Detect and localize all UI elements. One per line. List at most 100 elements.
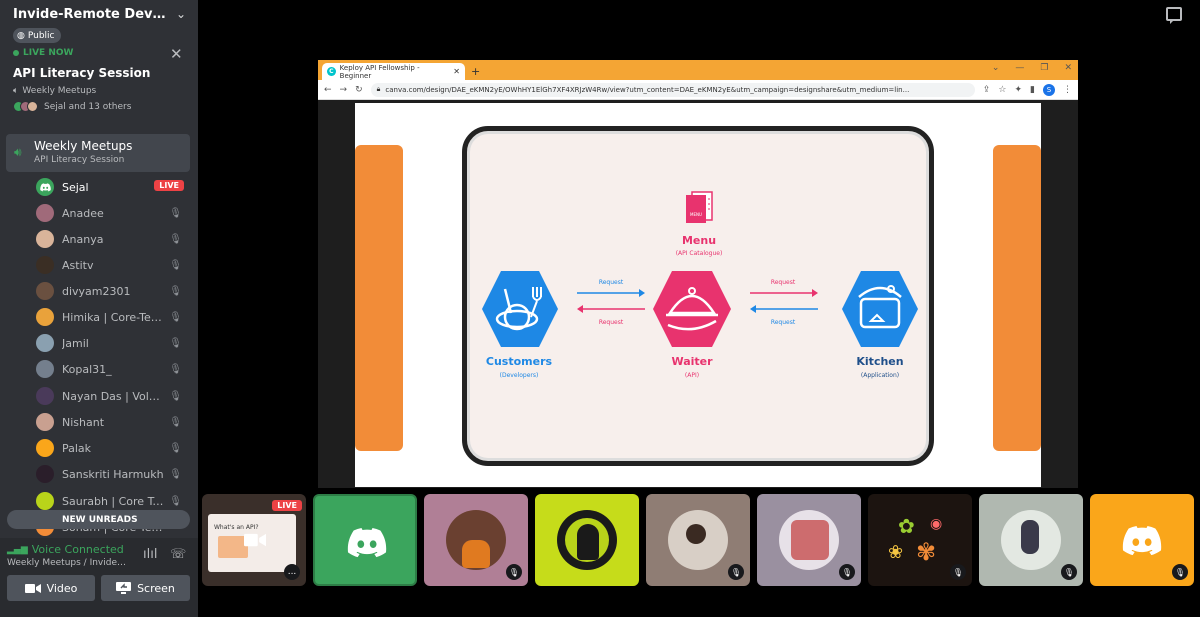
chat-icon[interactable]: [1166, 7, 1182, 24]
close-tab-icon[interactable]: ✕: [453, 67, 460, 76]
muted-mic-icon: 🎙︎: [1061, 564, 1077, 580]
globe-icon: ◍: [17, 30, 25, 41]
member-item[interactable]: Sanskriti Harmukh 🎙︎: [36, 464, 186, 484]
reload-icon[interactable]: ↻: [355, 85, 363, 95]
screen-label: Screen: [137, 581, 175, 595]
member-item[interactable]: Palak 🎙︎: [36, 438, 186, 458]
participant-tile[interactable]: [535, 494, 639, 586]
browser-tabbar: C Keploy API Fellowship - Beginner ✕ + ⌄…: [318, 60, 1078, 80]
restore-icon[interactable]: ❐: [1040, 63, 1048, 73]
avatar: [36, 360, 54, 378]
stage-channel: 🔈︎ Weekly Meetups: [13, 86, 96, 96]
more-icon[interactable]: ...: [284, 564, 300, 580]
member-item[interactable]: Himika | Core-Team 🎙︎: [36, 307, 186, 327]
muted-mic-icon: 🎙︎: [169, 495, 182, 507]
new-tab-icon[interactable]: +: [471, 65, 480, 78]
share-icon[interactable]: ⇪: [983, 85, 991, 95]
voice-status[interactable]: ▂▄▆ Voice Connected: [7, 543, 124, 556]
close-icon[interactable]: ✕: [170, 45, 183, 63]
member-name: Jamil: [62, 336, 89, 350]
public-badge: ◍ Public: [13, 28, 61, 43]
menu-badge: MENU: [690, 212, 702, 217]
avatar: [36, 413, 54, 431]
tablet-screen: MENU Menu (API Catalogue) Customers (Dev…: [476, 140, 920, 452]
avatar: [36, 439, 54, 457]
menu-subtitle: (API Catalogue): [675, 250, 723, 257]
member-item[interactable]: Sejal LIVE: [36, 177, 186, 197]
live-now-label: LIVE NOW: [23, 48, 74, 58]
menu-icon[interactable]: ⋮: [1063, 85, 1072, 95]
browser-toolbar: ← → ↻ 🔒︎ canva.com/design/DAE_eKMN2yE/OW…: [318, 80, 1078, 100]
avatar: [36, 334, 54, 352]
address-bar[interactable]: 🔒︎ canva.com/design/DAE_eKMN2yE/OWhHY1El…: [370, 82, 975, 97]
live-badge: LIVE: [272, 500, 302, 511]
new-unreads-button[interactable]: NEW UNREADS: [7, 510, 190, 529]
chevron-down-icon[interactable]: ⌄: [176, 7, 186, 21]
request-label: Request: [598, 279, 624, 286]
avatar: [36, 282, 54, 300]
participant-tile[interactable]: 🎙︎: [757, 494, 861, 586]
member-name: Palak: [62, 441, 92, 455]
member-item[interactable]: Anadee 🎙︎: [36, 203, 186, 223]
member-name: Ananya: [62, 232, 104, 246]
video-button[interactable]: Video: [7, 575, 95, 601]
canva-icon: C: [327, 67, 336, 76]
url-text: canva.com/design/DAE_eKMN2yE/OWhHY1ElGh7…: [385, 85, 910, 94]
member-item[interactable]: Jamil 🎙︎: [36, 333, 186, 353]
extensions-icon[interactable]: ✦: [1015, 85, 1023, 95]
star-icon[interactable]: ☆: [998, 85, 1006, 95]
muted-mic-icon: 🎙︎: [169, 442, 182, 454]
live-badge: LIVE: [154, 180, 184, 191]
attendee-avatars: [13, 101, 38, 112]
live-now-indicator: LIVE NOW: [13, 48, 73, 58]
member-item[interactable]: divyam2301 🎙︎: [36, 281, 186, 301]
muted-mic-icon: 🎙︎: [169, 233, 182, 245]
chevron-down-icon[interactable]: ⌄: [992, 63, 1000, 73]
avatar: [36, 178, 54, 196]
avatar-head: [686, 524, 706, 544]
avatar: [27, 101, 38, 112]
member-item[interactable]: Saurabh | Core Team 🎙︎: [36, 491, 186, 511]
participant-tile[interactable]: [313, 494, 417, 586]
member-name: divyam2301: [62, 284, 131, 298]
screen-share-thumbnail[interactable]: What's an API? LIVE ...: [202, 494, 306, 586]
noise-suppression-icon[interactable]: ılıl: [143, 547, 157, 562]
server-name[interactable]: Invide-Remote Develop...: [13, 7, 168, 22]
browser-tab[interactable]: C Keploy API Fellowship - Beginner ✕: [322, 63, 465, 80]
muted-mic-icon: 🎙︎: [169, 285, 182, 297]
member-name: Nayan Das | Volunt...: [62, 389, 164, 403]
customers-title: Customers: [485, 355, 553, 368]
voice-location[interactable]: Weekly Meetups / Invide-R...: [7, 558, 129, 568]
server-header[interactable]: Invide-Remote Develop... ⌄: [0, 0, 198, 28]
close-window-icon[interactable]: ✕: [1064, 63, 1072, 73]
stage-view: C Keploy API Fellowship - Beginner ✕ + ⌄…: [198, 0, 1200, 617]
member-item[interactable]: Ananya 🎙︎: [36, 229, 186, 249]
request-label: Request: [770, 319, 796, 326]
minimize-icon[interactable]: —: [1015, 63, 1024, 73]
avatar: [36, 465, 54, 483]
member-item[interactable]: Nishant 🎙︎: [36, 412, 186, 432]
shared-screen[interactable]: C Keploy API Fellowship - Beginner ✕ + ⌄…: [318, 60, 1078, 488]
screen-share-button[interactable]: Screen: [101, 575, 190, 601]
stage-title[interactable]: API Literacy Session: [13, 66, 150, 80]
participant-tile[interactable]: 🎙︎: [1090, 494, 1194, 586]
member-item[interactable]: Astitv 🎙︎: [36, 255, 186, 275]
sidebar-icon[interactable]: ▮: [1030, 85, 1035, 95]
member-item[interactable]: Kopal31_ 🎙︎: [36, 359, 186, 379]
member-item[interactable]: Nayan Das | Volunt... 🎙︎: [36, 386, 186, 406]
participant-tile[interactable]: ✿ ◉ ❀ ✾ 🎙︎: [868, 494, 972, 586]
kitchen-subtitle: (Application): [860, 372, 900, 379]
stage-channel-label: Weekly Meetups: [22, 86, 97, 96]
channel-topic: API Literacy Session: [34, 155, 125, 165]
account-avatar[interactable]: S: [1043, 83, 1055, 96]
forward-icon[interactable]: →: [340, 85, 348, 95]
disconnect-icon[interactable]: ☏: [170, 547, 186, 562]
voice-channel-weekly-meetups[interactable]: 🔊︎ Weekly Meetups API Literacy Session: [6, 134, 190, 172]
participant-tile[interactable]: 🎙︎: [979, 494, 1083, 586]
avatar: [36, 387, 54, 405]
participant-tile[interactable]: 🎙︎: [424, 494, 528, 586]
arrow-right-icon: [750, 289, 818, 297]
back-icon[interactable]: ←: [324, 85, 332, 95]
waiter-icon: [653, 271, 731, 347]
participant-tile[interactable]: 🎙︎: [646, 494, 750, 586]
